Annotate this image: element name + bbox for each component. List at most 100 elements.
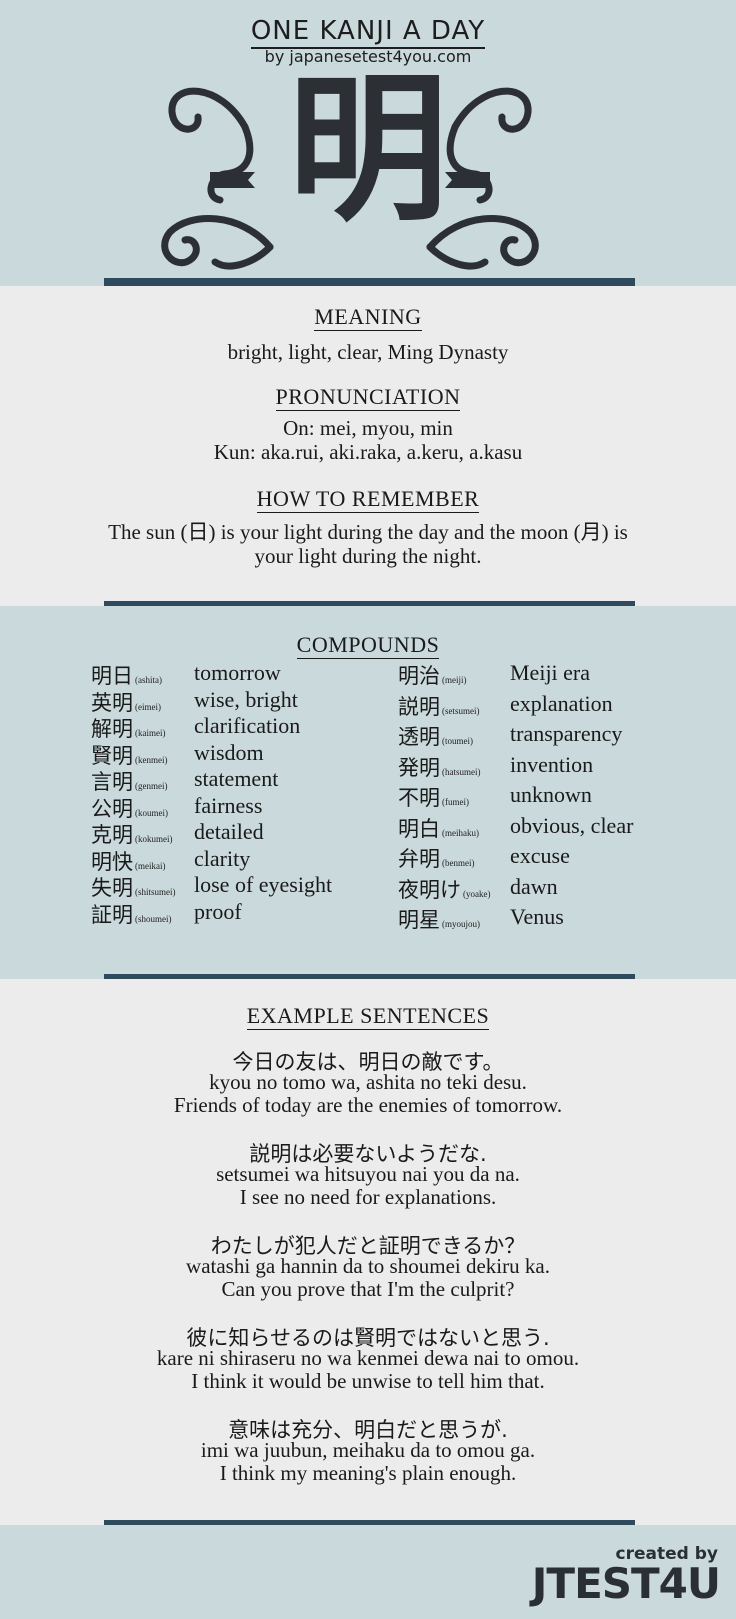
compound-row: 明白 (meihaku) obvious, clear — [398, 813, 633, 841]
compounds-section: COMPOUNDS 明日 (ashita) tomorrow 英明 (eimei) wis… — [0, 606, 736, 979]
compound-reading: (shitsumei) — [135, 887, 176, 897]
compound-meaning: lose of eyesight — [194, 872, 333, 897]
compound-meaning: obvious, clear — [510, 812, 634, 838]
compound-kanji: 透明 — [398, 725, 440, 749]
compound-row: 失明 (shitsumei) lose of eyesight — [91, 872, 332, 900]
compound-kanji: 説明 — [398, 694, 440, 719]
compound-row: 夜明け (yoake) dawn — [398, 874, 558, 902]
compound-meaning: unknown — [510, 782, 592, 807]
compound-row: 明日 (ashita) tomorrow — [91, 660, 281, 688]
compound-meaning: tomorrow — [194, 660, 281, 685]
compound-kanji: 不明 — [398, 786, 440, 810]
compound-row: 明治 (meiji) Meiji era — [398, 660, 590, 688]
compound-reading: (setsumei) — [442, 705, 480, 716]
pronunciation-heading: PRONUNCIATION — [275, 384, 461, 411]
info-section: MEANING bright, light, clear, Ming Dynas… — [0, 286, 736, 606]
compound-kanji: 夜明け — [398, 877, 461, 902]
example-romaji: kare ni shiraseru no wa kenmei dewa nai … — [156, 1346, 580, 1370]
compound-meaning: dawn — [510, 873, 558, 899]
compound-row: 透明 (toumei) transparency — [398, 721, 622, 749]
compound-kanji: 明日 — [91, 664, 133, 688]
compound-reading: (myoujou) — [442, 919, 480, 929]
compound-kanji: 証明 — [91, 902, 133, 927]
compound-reading: (benmei) — [442, 858, 475, 868]
header-section: ONE KANJI A DAY by japanesetest4you.com … — [0, 0, 736, 286]
compound-row: 賢明 (kenmei) wisdom — [91, 740, 264, 768]
compound-row: 克明 (kokumei) detailed — [91, 819, 264, 847]
compound-row: 明快 (meikai) clarity — [91, 846, 250, 874]
meaning-heading: MEANING — [314, 304, 422, 331]
compound-reading: (meihaku) — [442, 827, 479, 838]
compound-kanji: 失明 — [91, 876, 133, 900]
kun-reading: Kun: aka.rui, aki.raka, a.keru, a.kasu — [213, 440, 523, 464]
compound-meaning: fairness — [194, 792, 263, 818]
compound-row: 証明 (shoumei) proof — [91, 899, 242, 927]
example-romaji: watashi ga hannin da to shoumei dekiru k… — [186, 1254, 550, 1278]
example-english: I think my meaning's plain enough. — [219, 1461, 517, 1485]
compound-reading: (kaimei) — [135, 728, 166, 738]
compound-reading: (kenmei) — [135, 754, 168, 765]
compound-row: 明星 (myoujou) Venus — [398, 904, 564, 932]
examples-section: EXAMPLE SENTENCES 今日の友は、明日の敵です。 kyou no t… — [0, 979, 736, 1525]
compound-reading: (yoake) — [463, 888, 491, 899]
compound-meaning: invention — [510, 751, 594, 777]
compound-meaning: clarification — [194, 713, 301, 738]
example-english: I see no need for explanations. — [239, 1185, 497, 1209]
compound-row: 説明 (setsumei) explanation — [398, 691, 613, 719]
compound-reading: (meiji) — [442, 675, 467, 685]
example-romaji: imi wa juubun, meihaku da to omou ga. — [200, 1438, 536, 1462]
compound-reading: (kokumei) — [135, 834, 173, 844]
site-title: ONE KANJI A DAY — [0, 16, 736, 49]
compound-reading: (shoumei) — [135, 913, 172, 924]
brand-logo: JTEST4U — [531, 1559, 721, 1608]
examples-heading: EXAMPLE SENTENCES — [246, 1003, 490, 1030]
compound-reading: (meikai) — [135, 860, 166, 871]
compound-meaning: Venus — [510, 904, 564, 929]
compound-meaning: detailed — [194, 819, 264, 844]
remember-heading: HOW TO REMEMBER — [256, 486, 480, 513]
compound-row: 公明 (koumei) fairness — [91, 793, 262, 821]
compound-row: 発明 (hatsumei) invention — [398, 752, 593, 780]
compound-kanji: 明星 — [398, 908, 440, 932]
compound-kanji: 弁明 — [398, 847, 440, 871]
example-english: Friends of today are the enemies of tomo… — [173, 1093, 563, 1117]
compound-kanji: 賢明 — [91, 743, 133, 768]
compound-row: 言明 (genmei) statement — [91, 766, 278, 794]
compound-meaning: explanation — [510, 690, 613, 716]
compound-reading: (genmei) — [135, 781, 168, 791]
remember-line-2: your light during the night. — [254, 544, 482, 568]
compound-meaning: wisdom — [194, 739, 264, 765]
compound-reading: (koumei) — [135, 807, 168, 818]
compound-row: 弁明 (benmei) excuse — [398, 843, 570, 871]
compound-kanji: 英明 — [91, 690, 133, 715]
example-romaji: kyou no tomo wa, ashita no teki desu. — [209, 1070, 527, 1094]
remember-line-1: The sun (日) is your light during the day… — [108, 520, 628, 544]
compound-kanji: 克明 — [91, 823, 133, 847]
meaning-text: bright, light, clear, Ming Dynasty — [227, 340, 509, 364]
compound-kanji: 明治 — [398, 664, 440, 688]
compound-meaning: transparency — [510, 721, 623, 746]
compound-kanji: 公明 — [91, 796, 133, 821]
compound-row: 不明 (fumei) unknown — [398, 782, 592, 810]
compound-meaning: proof — [194, 898, 242, 924]
compound-meaning: excuse — [510, 843, 570, 868]
compound-reading: (hatsumei) — [442, 766, 481, 777]
compound-meaning: statement — [194, 766, 279, 791]
on-reading: On: mei, myou, min — [283, 416, 453, 440]
main-kanji: 明 — [287, 56, 448, 243]
compound-reading: (fumei) — [442, 797, 469, 807]
example-english: I think it would be unwise to tell him t… — [191, 1369, 545, 1393]
compound-kanji: 解明 — [91, 717, 133, 741]
compound-meaning: wise, bright — [194, 686, 298, 712]
compound-reading: (toumei) — [442, 736, 473, 746]
compound-meaning: Meiji era — [510, 660, 591, 685]
example-english: Can you prove that I'm the culprit? — [221, 1277, 515, 1301]
compound-row: 解明 (kaimei) clarification — [91, 713, 300, 741]
compound-reading: (ashita) — [135, 675, 162, 685]
compounds-heading: COMPOUNDS — [296, 632, 440, 659]
compound-row: 英明 (eimei) wise, bright — [91, 687, 298, 715]
compound-kanji: 明快 — [91, 849, 133, 874]
compound-meaning: clarity — [194, 845, 251, 871]
compound-kanji: 言明 — [91, 770, 133, 794]
compound-kanji: 発明 — [398, 755, 440, 780]
